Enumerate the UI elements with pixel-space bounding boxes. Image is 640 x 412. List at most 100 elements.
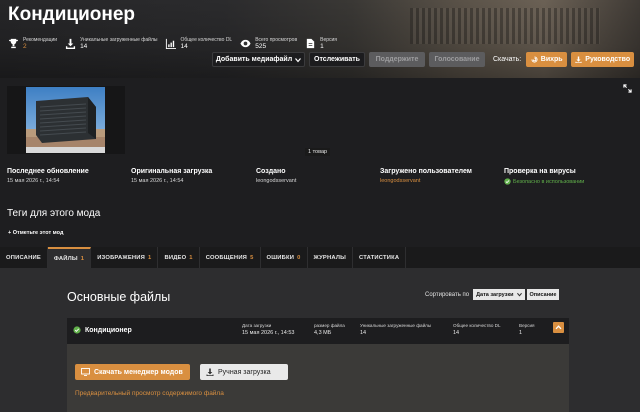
add-tag-label: Отметьте этот мод [12, 230, 64, 236]
file-name: Кондиционер [73, 326, 132, 334]
file-meta-label: Дата загрузки [242, 323, 272, 328]
file-unique-downloads: Уникальные загруженные файлы 14 [360, 323, 431, 336]
mod-title: Кондиционер [8, 4, 136, 25]
file-header[interactable]: Кондиционер Дата загрузки 15 мая 2026 г.… [67, 318, 569, 344]
sort-select-value: Дата загрузки [476, 291, 514, 298]
uploader-link[interactable]: leongodsservant [380, 178, 472, 184]
file-meta-label: Версия [519, 323, 535, 328]
stat-label: Рекомендации [23, 37, 58, 43]
tab-label: ВИДЕО [164, 254, 187, 261]
header-background-image [410, 8, 600, 44]
file-meta-value: 14 [453, 330, 460, 336]
vortex-icon [531, 56, 538, 63]
files-section-title: Основные файлы [67, 290, 171, 304]
track-button[interactable]: Отслеживать [309, 52, 365, 67]
meta-value: 15 мая 2026 г., 14:54 [131, 178, 184, 184]
mod-manager-label: Скачать менеджер модов [94, 368, 183, 376]
chevron-down-icon [295, 57, 302, 62]
stat-version: Версия 1 [305, 37, 337, 51]
collapse-toggle[interactable] [553, 322, 564, 333]
meta-original-upload: Оригинальная загрузка 15 мая 2026 г., 14… [131, 168, 212, 184]
sort-order-select[interactable]: Описание [526, 289, 560, 300]
meta-value: leongodsservant [256, 178, 297, 184]
chevron-down-icon [516, 292, 522, 297]
vortex-download-button[interactable]: Вихрь [526, 52, 568, 67]
stat-value: 525 [255, 43, 267, 50]
sort-control: Сортировать по Дата загрузки Описание [425, 289, 561, 300]
tab-label: ОПИСАНИЕ [6, 254, 41, 261]
stat-label: Уникальные загруженные файлы [80, 37, 158, 43]
tab-count: 5 [250, 254, 254, 261]
stat-unique-downloads: Уникальные загруженные файлы 14 [65, 37, 157, 51]
mod-manager-download-button[interactable]: Скачать менеджер модов [75, 364, 190, 380]
file-version: Версия 1 [519, 323, 535, 336]
check-circle-icon [73, 326, 81, 334]
add-media-button[interactable]: Добавить медиафайл [212, 52, 305, 67]
tab-label: ИЗОБРАЖЕНИЯ [97, 254, 145, 261]
file-upload-date: Дата загрузки 15 мая 2026 г., 14:53 [242, 323, 294, 336]
tab-label: СТАТИСТИКА [358, 254, 400, 261]
file-meta-value: 15 мая 2026 г., 14:53 [242, 330, 295, 336]
mod-stats: Рекомендации 2 Уникальные загруженные фа… [8, 37, 345, 51]
expand-icon[interactable] [623, 84, 632, 93]
meta-value: 15 мая 2026 г., 14:54 [7, 178, 60, 184]
meta-virus-check: Проверка на вирусы Безопасно в использов… [504, 168, 584, 185]
chevron-up-icon [555, 325, 562, 330]
add-tag-button[interactable]: + Отметьте этот мод [8, 230, 63, 236]
vote-button[interactable]: Голосование [429, 52, 485, 67]
stat-value: 14 [80, 43, 88, 50]
file-details: Скачать менеджер модов Ручная загрузка П… [67, 344, 569, 412]
check-circle-icon [504, 178, 511, 185]
air-conditioner-image [26, 87, 105, 153]
gallery-thumbnail[interactable] [26, 87, 105, 153]
file-meta-label: размер файла [314, 323, 345, 328]
file-meta-value: 14 [360, 330, 367, 336]
tab-label: ФАЙЛЫ [53, 255, 78, 262]
file-meta-label: Общее количество DL [453, 323, 501, 328]
image-gallery[interactable] [7, 86, 125, 154]
tab-description[interactable]: ОПИСАНИЕ [0, 247, 48, 268]
tab-videos[interactable]: ВИДЕО 1 [158, 247, 200, 268]
file-entry: Кондиционер Дата загрузки 15 мая 2026 г.… [67, 318, 569, 412]
add-media-label: Добавить медиафайл [215, 56, 293, 63]
meta-label: Последнее обновление [7, 168, 89, 175]
sort-select[interactable]: Дата загрузки [473, 289, 525, 300]
sort-label: Сортировать по [425, 291, 470, 298]
manual-download-button[interactable]: Руководство [571, 52, 635, 67]
file-meta-value: 1 [519, 330, 523, 336]
manual-download-file-button[interactable]: Ручная загрузка [200, 364, 288, 380]
tab-bugs[interactable]: ОШИБКИ 0 [261, 247, 308, 268]
eye-icon [240, 39, 251, 48]
virus-status: Безопасно в использовании [504, 178, 584, 185]
stat-value: 14 [180, 43, 188, 50]
tab-images[interactable]: ИЗОБРАЖЕНИЯ 1 [91, 247, 159, 268]
stat-value: 2 [23, 43, 27, 50]
tab-files[interactable]: ФАЙЛЫ 1 [47, 247, 92, 268]
tab-label: СООБЩЕНИЯ [205, 254, 248, 261]
tab-count: 1 [148, 254, 152, 261]
download-icon [206, 368, 214, 376]
endorse-button[interactable]: Поддержите [369, 52, 425, 67]
document-icon [306, 38, 315, 49]
file-total-downloads: Общее количество DL 14 [453, 323, 501, 336]
tab-count: 1 [80, 255, 85, 262]
plus-icon: + [8, 230, 12, 236]
tab-posts[interactable]: СООБЩЕНИЯ 5 [200, 247, 261, 268]
tab-count: 1 [189, 254, 193, 261]
stat-value: 1 [320, 43, 324, 50]
meta-label: Создано [256, 168, 286, 175]
tab-logs[interactable]: ЖУРНАЛЫ [308, 247, 353, 268]
tab-label: ЖУРНАЛЫ [313, 254, 346, 261]
stat-total-views: Всего просмотров 525 [240, 37, 297, 51]
tab-label: ОШИБКИ [266, 254, 295, 261]
preview-file-contents-link[interactable]: Предварительный просмотр содержимого фай… [75, 390, 224, 397]
manual-label: Руководство [585, 56, 631, 63]
tab-stats[interactable]: СТАТИСТИКА [353, 247, 407, 268]
meta-uploaded-by: Загружено пользователем leongodsservant [380, 168, 472, 184]
virus-status-text: Безопасно в использовании [513, 178, 585, 185]
meta-label: Загружено пользователем [380, 168, 472, 175]
stat-endorsements: Рекомендации 2 [8, 37, 57, 51]
vortex-label: Вихрь [540, 56, 563, 63]
mod-manager-icon [81, 368, 90, 376]
manual-download-label: Ручная загрузка [218, 368, 271, 376]
